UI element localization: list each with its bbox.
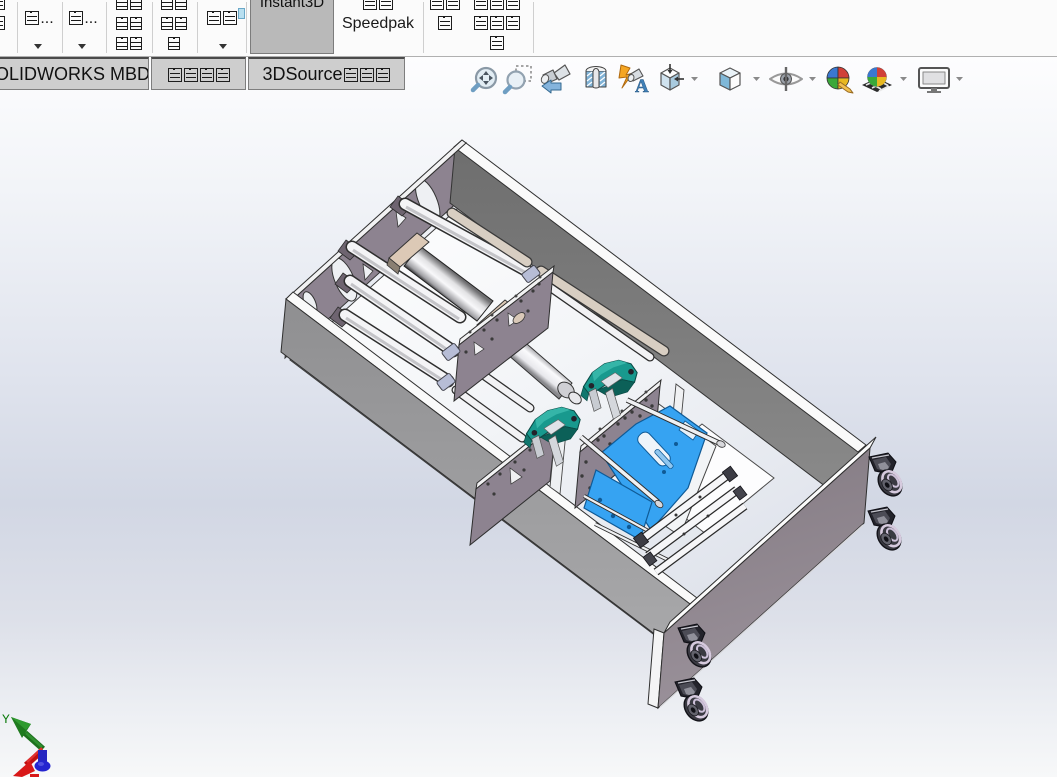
svg-text:A: A	[635, 76, 649, 97]
